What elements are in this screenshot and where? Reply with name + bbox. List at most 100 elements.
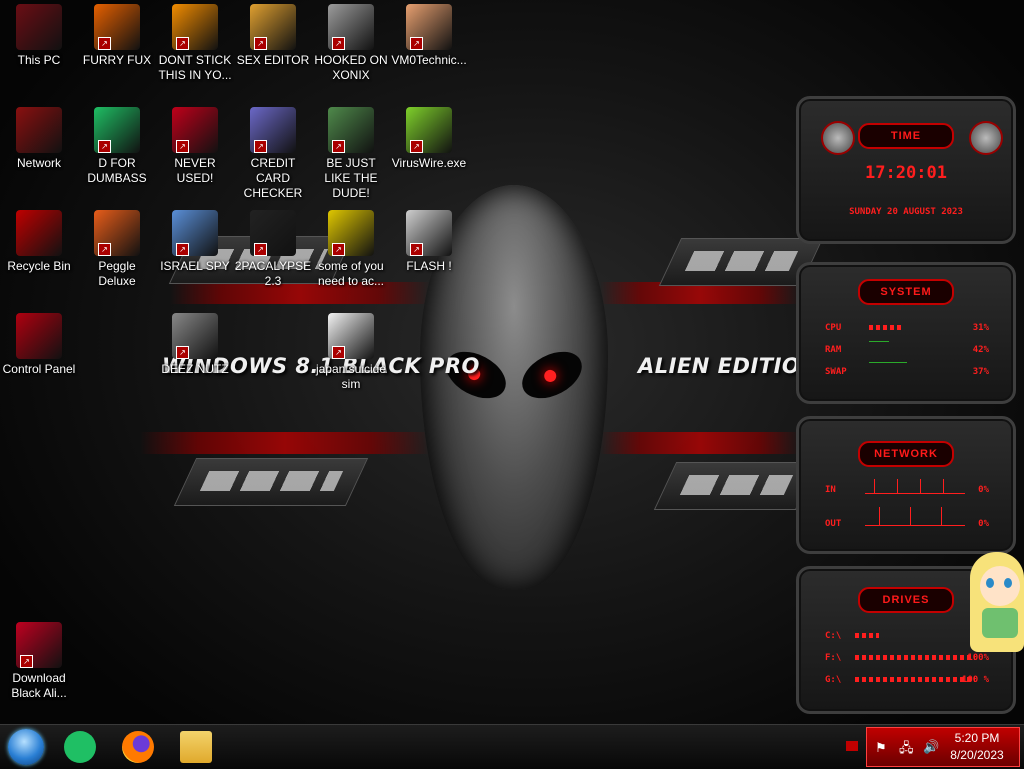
cpu-value: 31% — [972, 323, 989, 333]
xonix-icon: ↗ — [328, 4, 374, 50]
network-status-icon[interactable]: 🖧 — [899, 739, 914, 761]
desktop-icon[interactable]: ↗ ISRAEL SPY — [156, 210, 234, 274]
desktop-icon[interactable]: ↗ D FOR DUMBASS — [78, 107, 156, 186]
beaver-icon: ↗ — [328, 210, 374, 256]
network-icon — [16, 107, 62, 153]
desktop-icon[interactable]: ↗ japan suicide sim — [312, 313, 390, 392]
time-gadget[interactable]: TIME 17:20:01 SUNDAY 20 AUGUST 2023 — [796, 96, 1016, 244]
lime-icon: ↗ — [406, 107, 452, 153]
desktop-icon[interactable]: ↗ NEVER USED! — [156, 107, 234, 186]
shortcut-arrow-icon: ↗ — [332, 243, 345, 256]
network-out-row: OUT 0% — [825, 507, 989, 529]
system-cpu-row: CPU 31% — [825, 323, 989, 333]
ram-value: 42% — [972, 345, 989, 355]
monitor-icon — [16, 4, 62, 50]
taskbar-time: 5:20 PM — [954, 731, 1000, 745]
desktop-icon-label: Download Black Ali... — [11, 671, 67, 700]
net-in-value: 0% — [978, 485, 989, 495]
drive-c-bar — [855, 633, 879, 638]
desktop-icon[interactable]: ↗ CREDIT CARD CHECKER — [234, 107, 312, 201]
desktop-icon[interactable]: Control Panel — [0, 313, 78, 377]
shortcut-arrow-icon: ↗ — [176, 346, 189, 359]
desktop-icon[interactable]: This PC — [0, 4, 78, 68]
desktop-icon[interactable]: ↗ SEX EDITOR — [234, 4, 312, 68]
desktop-icon[interactable]: ↗ HOOKED ON XONIX — [312, 4, 390, 83]
action-center-flag-icon[interactable]: ⚑ — [875, 740, 887, 756]
desktop-icon[interactable]: ↗ VM0Technic... — [390, 4, 468, 68]
taskbar-file-explorer-icon[interactable] — [180, 731, 212, 763]
shortcut-arrow-icon: ↗ — [332, 37, 345, 50]
shortcut-arrow-icon: ↗ — [176, 140, 189, 153]
desktop-icon[interactable]: Recycle Bin — [0, 210, 78, 274]
taskbar-green-chat-icon[interactable] — [64, 731, 96, 763]
net-out-value: 0% — [978, 519, 989, 529]
vlc-cone-icon: ↗ — [172, 4, 218, 50]
alien-logo-icon — [821, 121, 855, 155]
desktop-icon[interactable]: ↗ BE JUST LIKE THE DUDE! — [312, 107, 390, 201]
taskbar-firefox-icon[interactable] — [122, 731, 154, 763]
desktop-icon-label: CREDIT CARD CHECKER — [243, 156, 303, 200]
desktop-icon[interactable]: ↗ DEEZ NUTZ — [156, 313, 234, 377]
alien-eye-right — [514, 342, 590, 408]
drive-c-label: C:\ — [825, 631, 842, 641]
desktop-icon[interactable]: ↗ Download Black Ali... — [0, 622, 78, 701]
ram-label: RAM — [825, 345, 842, 355]
drive-f-row: F:\ 100% — [825, 653, 989, 663]
swap-label: SWAP — [825, 367, 847, 377]
net-in-label: IN — [825, 485, 836, 495]
start-orb-icon[interactable] — [8, 729, 44, 765]
cpu-bar — [869, 325, 903, 330]
network-gadget[interactable]: NETWORK IN 0% OUT 0% — [796, 416, 1016, 554]
flash-icon: ↗ — [406, 210, 452, 256]
shortcut-arrow-icon: ↗ — [332, 346, 345, 359]
show-hidden-icons-button[interactable] — [846, 741, 858, 751]
desktop-icon-label: VM0Technic... — [391, 53, 467, 67]
drive-g-bar — [855, 677, 975, 682]
desktop-icon-label: japan suicide sim — [315, 362, 387, 391]
desktop-icon-label: DONT STICK THIS IN YO... — [158, 53, 232, 82]
ram-bar — [869, 341, 889, 342]
drive-g-label: G:\ — [825, 675, 842, 685]
desktop-icon[interactable]: ↗ FURRY FUX — [78, 4, 156, 68]
shortcut-arrow-icon: ↗ — [254, 37, 267, 50]
desktop-icon-label: DEEZ NUTZ — [161, 362, 229, 376]
gadget-date: SUNDAY 20 AUGUST 2023 — [849, 207, 963, 217]
desktop-icon-label: BE JUST LIKE THE DUDE! — [324, 156, 378, 200]
cpu-label: CPU — [825, 323, 842, 333]
taskbar-clock[interactable]: 5:20 PM 8/20/2023 — [943, 730, 1011, 764]
shortcut-arrow-icon: ↗ — [98, 140, 111, 153]
hex-editor-icon: ↗ — [250, 4, 296, 50]
net-in-graph — [865, 479, 965, 494]
desktop-icon-label: FURRY FUX — [82, 53, 152, 67]
desktop-icon[interactable]: ↗ Peggle Deluxe — [78, 210, 156, 289]
shortcut-arrow-icon: ↗ — [410, 243, 423, 256]
desktop-icon[interactable]: ↗ 2PACALYPSE 2.3 — [234, 210, 312, 289]
desktop-icon-label: HOOKED ON XONIX — [314, 53, 388, 82]
peggle-icon: ↗ — [94, 210, 140, 256]
desktop-icon[interactable]: ↗ DONT STICK THIS IN YO... — [156, 4, 234, 83]
taskbar-date: 8/20/2023 — [950, 748, 1004, 762]
desktop-icon[interactable]: Network — [0, 107, 78, 171]
control-panel-icon — [16, 313, 62, 359]
drive-g-value: 100 % — [961, 675, 989, 685]
desktop-icon[interactable]: ↗ VirusWire.exe — [390, 107, 468, 171]
drive-f-label: F:\ — [825, 653, 842, 663]
system-gadget[interactable]: SYSTEM CPU 31% RAM 42% SWAP 37% — [796, 262, 1016, 404]
drives-gadget-title: DRIVES — [858, 587, 954, 613]
drive-c-row: C:\ — [825, 631, 989, 641]
desktop-icon[interactable]: ↗ FLASH ! — [390, 210, 468, 274]
shortcut-arrow-icon: ↗ — [20, 655, 33, 668]
credit-card-icon: ↗ — [250, 107, 296, 153]
swap-bar — [869, 362, 907, 363]
desktop-icon-label: Control Panel — [2, 362, 76, 376]
network-in-row: IN 0% — [825, 479, 989, 495]
volume-icon[interactable]: 🔊 — [923, 739, 939, 755]
shortcut-arrow-icon: ↗ — [98, 37, 111, 50]
swap-value: 37% — [972, 367, 989, 377]
net-out-label: OUT — [825, 519, 842, 529]
system-ram-row: RAM 42% — [825, 341, 989, 355]
net-out-graph — [865, 507, 965, 526]
desktop-icon[interactable]: ↗ some of you need to ac... — [312, 210, 390, 289]
drive-f-bar — [855, 655, 975, 660]
desktop-icon-label: Recycle Bin — [7, 259, 71, 273]
